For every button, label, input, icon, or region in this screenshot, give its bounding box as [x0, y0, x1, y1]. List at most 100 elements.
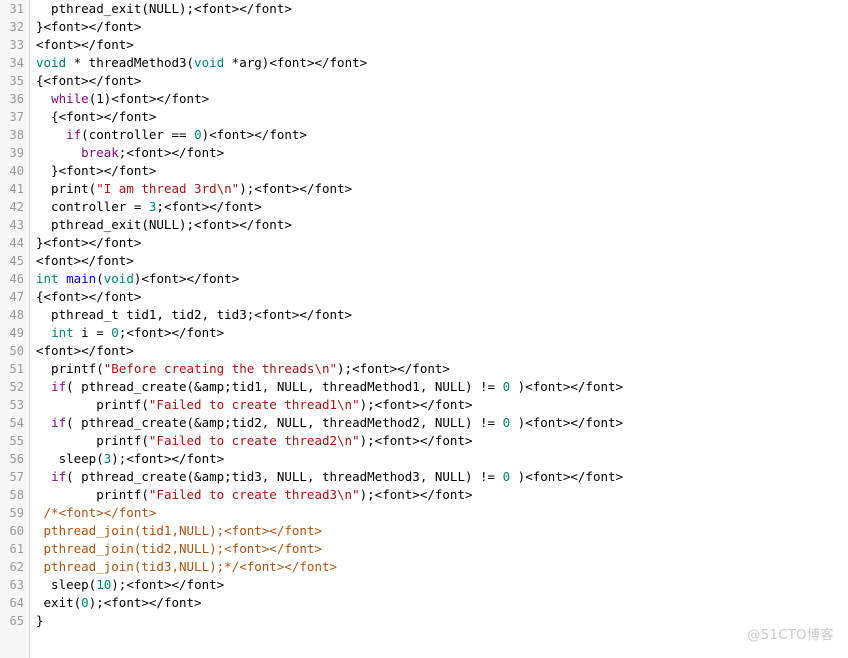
line-content[interactable]: exit(0);<font></font>: [30, 594, 848, 612]
code-line[interactable]: 65}: [0, 612, 848, 630]
code-token: /*: [36, 505, 59, 520]
code-token: * threadMethod3(: [66, 55, 195, 70]
code-line[interactable]: 36 while(1)<font></font>: [0, 90, 848, 108]
line-content[interactable]: if( pthread_create(&amp;tid3, NULL, thre…: [30, 468, 848, 486]
code-token: (controller ==: [81, 127, 195, 142]
line-content[interactable]: pthread_exit(NULL);<font></font>: [30, 0, 848, 18]
code-line[interactable]: 35 {<font></font>: [0, 72, 848, 90]
code-line[interactable]: 44}<font></font>: [0, 234, 848, 252]
line-content[interactable]: <font></font>: [30, 342, 848, 360]
code-token: printf(: [36, 487, 149, 502]
code-line[interactable]: 31 pthread_exit(NULL);<font></font>: [0, 0, 848, 18]
code-token: <font></font>: [36, 253, 134, 268]
line-content[interactable]: <font></font>: [30, 36, 848, 54]
code-line[interactable]: 58 printf("Failed to create thread3\n");…: [0, 486, 848, 504]
code-line[interactable]: 55 printf("Failed to create thread2\n");…: [0, 432, 848, 450]
code-line[interactable]: 63 sleep(10);<font></font>: [0, 576, 848, 594]
line-content[interactable]: pthread_t tid1, tid2, tid3;<font></font>: [30, 306, 848, 324]
line-content[interactable]: print("I am thread 3rd\n");<font></font>: [30, 180, 848, 198]
code-line[interactable]: 49 int i = 0;<font></font>: [0, 324, 848, 342]
line-content[interactable]: if( pthread_create(&amp;tid1, NULL, thre…: [30, 378, 848, 396]
code-token: ): [510, 379, 526, 394]
line-content[interactable]: {<font></font>: [30, 108, 848, 126]
line-content[interactable]: }<font></font>: [30, 162, 848, 180]
line-content[interactable]: printf("Before creating the threads\n");…: [30, 360, 848, 378]
code-line[interactable]: 61 pthread_join(tid2,NULL);<font></font>: [0, 540, 848, 558]
line-content[interactable]: pthread_join(tid2,NULL);<font></font>: [30, 540, 848, 558]
line-content[interactable]: printf("Failed to create thread2\n");<fo…: [30, 432, 848, 450]
code-line[interactable]: 51 printf("Before creating the threads\n…: [0, 360, 848, 378]
code-line[interactable]: 32}<font></font>: [0, 18, 848, 36]
code-line[interactable]: 53 printf("Failed to create thread1\n");…: [0, 396, 848, 414]
code-line[interactable]: 48 pthread_t tid1, tid2, tid3;<font></fo…: [0, 306, 848, 324]
line-content[interactable]: {<font></font>: [30, 288, 848, 306]
code-line[interactable]: 62 pthread_join(tid3,NULL);*/<font></fon…: [0, 558, 848, 576]
line-content[interactable]: pthread_join(tid3,NULL);*/<font></font>: [30, 558, 848, 576]
line-content[interactable]: controller = 3;<font></font>: [30, 198, 848, 216]
line-content[interactable]: int i = 0;<font></font>: [30, 324, 848, 342]
line-content[interactable]: void * threadMethod3(void *arg)<font></f…: [30, 54, 848, 72]
code-line[interactable]: 38 if(controller == 0)<font></font>: [0, 126, 848, 144]
code-line[interactable]: 45 <font></font>: [0, 252, 848, 270]
code-lines-container[interactable]: 31 pthread_exit(NULL);<font></font> 32}<f…: [0, 0, 848, 630]
code-line[interactable]: 64 exit(0);<font></font>: [0, 594, 848, 612]
line-content[interactable]: printf("Failed to create thread1\n");<fo…: [30, 396, 848, 414]
code-line[interactable]: 34 void * threadMethod3(void *arg)<font><…: [0, 54, 848, 72]
code-line[interactable]: 50 <font></font>: [0, 342, 848, 360]
line-content[interactable]: int main(void)<font></font>: [30, 270, 848, 288]
code-line[interactable]: 43 pthread_exit(NULL);<font></font>: [0, 216, 848, 234]
line-number: 59: [9, 506, 24, 520]
line-content[interactable]: sleep(10);<font></font>: [30, 576, 848, 594]
line-content[interactable]: }: [30, 612, 848, 630]
code-token: exit(: [36, 595, 82, 610]
line-content[interactable]: /*<font></font>: [30, 504, 848, 522]
line-content[interactable]: if( pthread_create(&amp;tid2, NULL, thre…: [30, 414, 848, 432]
code-line[interactable]: 33 <font></font>: [0, 36, 848, 54]
code-line[interactable]: 40 }<font></font>: [0, 162, 848, 180]
line-content[interactable]: printf("Failed to create thread3\n");<fo…: [30, 486, 848, 504]
code-token: );: [111, 577, 127, 592]
line-content[interactable]: {<font></font>: [30, 72, 848, 90]
code-line[interactable]: 57 if( pthread_create(&amp;tid3, NULL, t…: [0, 468, 848, 486]
code-line[interactable]: 41 print("I am thread 3rd\n");<font></fo…: [0, 180, 848, 198]
code-token: <font></font>: [43, 289, 142, 304]
code-line[interactable]: 56 sleep(3);<font></font>: [0, 450, 848, 468]
line-content[interactable]: break;<font></font>: [30, 144, 848, 162]
code-token: <font></font>: [374, 433, 473, 448]
code-token: <font></font>: [525, 469, 624, 484]
line-content[interactable]: sleep(3);<font></font>: [30, 450, 848, 468]
code-line[interactable]: 52 if( pthread_create(&amp;tid1, NULL, t…: [0, 378, 848, 396]
line-content[interactable]: }<font></font>: [30, 18, 848, 36]
code-line[interactable]: 59 /*<font></font>: [0, 504, 848, 522]
code-token: ;: [156, 199, 164, 214]
code-line[interactable]: 39 break;<font></font>: [0, 144, 848, 162]
line-content[interactable]: pthread_exit(NULL);<font></font>: [30, 216, 848, 234]
code-line[interactable]: 47 {<font></font>: [0, 288, 848, 306]
line-number: 54: [9, 416, 24, 430]
code-token: if: [51, 379, 67, 394]
code-viewer[interactable]: 31 pthread_exit(NULL);<font></font> 32}<f…: [0, 0, 848, 658]
line-number: 65: [9, 614, 24, 628]
line-content[interactable]: }<font></font>: [30, 234, 848, 252]
line-content[interactable]: if(controller == 0)<font></font>: [30, 126, 848, 144]
line-number: 61: [9, 542, 24, 556]
code-token: <font></font>: [141, 271, 240, 286]
code-token: <font></font>: [36, 37, 134, 52]
code-line[interactable]: 54 if( pthread_create(&amp;tid2, NULL, t…: [0, 414, 848, 432]
line-content[interactable]: <font></font>: [30, 252, 848, 270]
code-token: pthread_join(tid2,NULL);: [36, 541, 225, 556]
code-token: ( pthread_create(&amp;tid3, NULL, thread…: [66, 469, 503, 484]
code-line[interactable]: 46 int main(void)<font></font>: [0, 270, 848, 288]
code-token: <font></font>: [374, 397, 473, 412]
code-line[interactable]: 60 pthread_join(tid1,NULL);<font></font>: [0, 522, 848, 540]
line-number: 50: [9, 344, 24, 358]
line-content[interactable]: while(1)<font></font>: [30, 90, 848, 108]
line-number: 45: [9, 254, 24, 268]
code-token: 0: [81, 595, 89, 610]
line-content[interactable]: pthread_join(tid1,NULL);<font></font>: [30, 522, 848, 540]
code-line[interactable]: 42 controller = 3;<font></font>: [0, 198, 848, 216]
code-token: <font></font>: [126, 577, 225, 592]
code-token: }: [36, 235, 44, 250]
code-line[interactable]: 37 {<font></font>: [0, 108, 848, 126]
